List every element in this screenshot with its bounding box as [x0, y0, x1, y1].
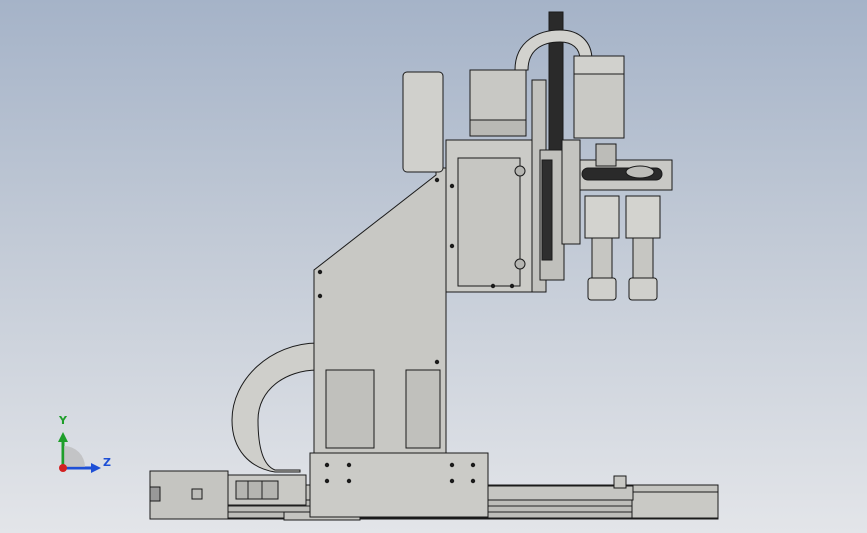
axis-z-label: Z: [103, 456, 111, 469]
base-motor: [149, 470, 229, 520]
base-block: [309, 452, 489, 518]
z-motor-drum: [402, 71, 444, 173]
machine-assembly-model[interactable]: [0, 0, 867, 533]
spindle-bracket: [561, 139, 581, 245]
column-cutout: [405, 369, 441, 449]
spindle-housing-left: [584, 195, 620, 239]
spindle-housing-right: [625, 195, 661, 239]
tool-holder-left: [587, 277, 617, 301]
column-window: [325, 369, 375, 449]
cad-viewport[interactable]: Y Z: [0, 0, 867, 533]
spindle-shaft-right: [632, 237, 654, 279]
tool-holder-right: [628, 277, 658, 301]
axis-triad: [58, 432, 101, 473]
rail-end-cap: [629, 491, 719, 519]
axis-y-label: Y: [59, 414, 67, 427]
rail-stopper: [613, 475, 627, 489]
rail-carriage: [487, 485, 634, 501]
spindle-shaft-left: [591, 237, 613, 279]
cable-carrier-lower: [231, 342, 319, 473]
